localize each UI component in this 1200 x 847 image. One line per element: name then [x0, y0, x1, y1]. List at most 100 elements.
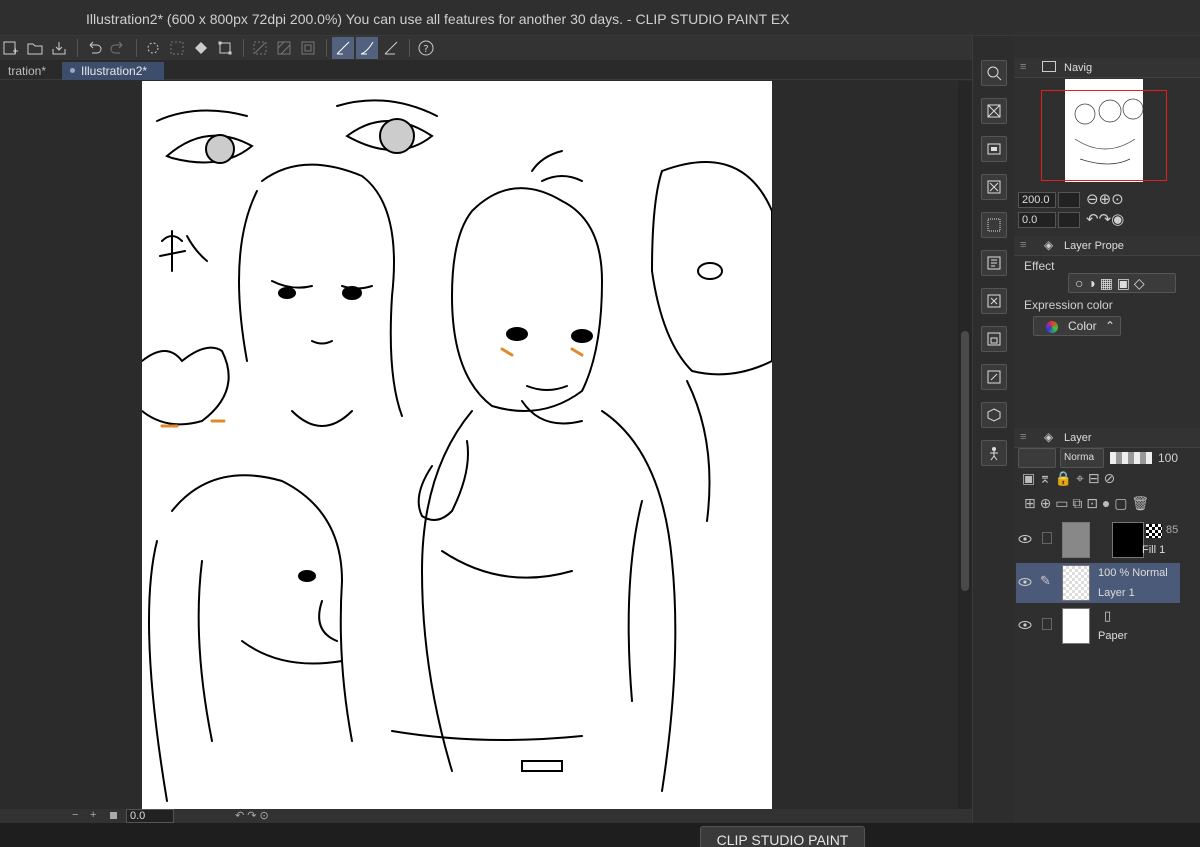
redo-icon[interactable] — [107, 37, 129, 59]
effect-buttons[interactable]: ○ ◑ ▦ ▣ ◇ — [1068, 273, 1176, 293]
navigator-tab-icon[interactable] — [1042, 61, 1056, 72]
canvas-vertical-scrollbar[interactable] — [958, 81, 972, 809]
snap-grid-icon[interactable] — [380, 37, 402, 59]
canvas-status-bar: − + 0.0 ↶ ↷ ⊙ — [0, 809, 972, 823]
layer-property-header: ≡ ◈ Layer Prope — [1014, 236, 1200, 256]
layer-status: 100 % Normal — [1098, 567, 1168, 579]
sub-view-icon[interactable] — [981, 288, 1007, 314]
layer-thumbnail — [1062, 565, 1090, 601]
rotate-buttons-icon[interactable]: ↶↷◉ — [1086, 210, 1124, 228]
effect-icons: ○ ◑ ▦ ▣ ◇ — [1075, 275, 1145, 291]
eye-icon[interactable] — [1018, 618, 1032, 632]
navigator-view-frame[interactable] — [1041, 90, 1167, 181]
expression-color-label: Expression color — [1024, 298, 1113, 312]
layer-extra: 85 — [1166, 524, 1179, 536]
expression-color-value: Color — [1068, 319, 1097, 333]
opacity-value[interactable]: 100 — [1158, 451, 1178, 465]
rotation-slider[interactable] — [1058, 212, 1080, 228]
eye-icon[interactable] — [1018, 532, 1032, 546]
blend-mode-select[interactable]: Norma — [1060, 448, 1104, 468]
panel-icon-strip — [972, 36, 1014, 823]
zoom-out-icon[interactable]: − — [72, 809, 78, 821]
layer-search-icon[interactable] — [981, 136, 1007, 162]
material-icon[interactable] — [981, 98, 1007, 124]
navigator-header: ≡ Navig — [1014, 58, 1200, 78]
search-icon[interactable] — [981, 60, 1007, 86]
zoom-buttons-icon[interactable]: ⊖⊕⊙ — [1086, 190, 1124, 208]
navigator-title[interactable]: Navig — [1064, 62, 1092, 74]
fit-icon[interactable] — [110, 812, 117, 819]
rotate-icon[interactable]: ↶ ↷ ⊙ — [235, 809, 269, 822]
chevron-down-icon: ⌃ — [1104, 319, 1115, 333]
checker-icon[interactable] — [273, 37, 295, 59]
close-panel-icon[interactable] — [981, 174, 1007, 200]
layer-actions-icons[interactable]: ⊞ ⊕ ▭ ⧉ ⊡ ● ▢ 🗑 — [1024, 495, 1149, 512]
layer-row-paper[interactable]: ▯ Paper — [1016, 606, 1180, 646]
layer-property-title[interactable]: Layer Prope — [1064, 240, 1124, 252]
layer-name: Layer 1 — [1098, 587, 1135, 599]
save-icon[interactable] — [48, 37, 70, 59]
layer-tools-icons[interactable]: ▣ ⌆ 🔒 ⌖ ⊟ ⊘ — [1022, 470, 1115, 487]
pen-icon: ✎ — [1040, 573, 1051, 588]
item-bank-icon[interactable] — [981, 326, 1007, 352]
layer-color-select[interactable] — [1018, 448, 1056, 468]
loading-icon[interactable] — [142, 37, 164, 59]
grip-icon[interactable]: ≡ — [1020, 431, 1026, 443]
undo-icon[interactable] — [83, 37, 105, 59]
clear-selection-icon[interactable] — [166, 37, 188, 59]
help-icon[interactable]: ? — [415, 37, 437, 59]
new-file-icon[interactable] — [0, 37, 22, 59]
drawing-canvas[interactable] — [142, 81, 772, 809]
3d-icon[interactable] — [981, 402, 1007, 428]
pose-icon[interactable] — [981, 440, 1007, 466]
snap-ruler-icon[interactable] — [332, 37, 354, 59]
hatch-icon[interactable] — [249, 37, 271, 59]
fill-icon[interactable] — [190, 37, 212, 59]
layer-lock-checkbox[interactable] — [1042, 618, 1052, 630]
snap-special-ruler-icon[interactable] — [356, 37, 378, 59]
color-wheel-icon — [1046, 321, 1058, 333]
taskbar — [0, 823, 1200, 847]
command-bar: ? — [0, 36, 972, 60]
scroll-thumb[interactable] — [961, 331, 969, 591]
zoom-in-icon[interactable]: + — [90, 809, 96, 821]
layer-lock-checkbox[interactable] — [1042, 532, 1052, 544]
history-icon[interactable] — [981, 250, 1007, 276]
tone-icon[interactable] — [981, 212, 1007, 238]
open-file-icon[interactable] — [24, 37, 46, 59]
sketch-artwork — [142, 99, 772, 802]
navigator-zoom-field[interactable]: 200.0 — [1018, 192, 1056, 208]
document-tabs: tration* Illustration2* — [0, 60, 972, 80]
tab-illustration2[interactable]: Illustration2* — [62, 62, 164, 80]
tone-icon — [1146, 524, 1162, 538]
taskbar-tooltip: CLIP STUDIO PAINT — [700, 826, 865, 847]
transform-icon[interactable] — [214, 37, 236, 59]
layer-name: Paper — [1098, 630, 1128, 642]
navigator-rotation-field[interactable]: 0.0 — [1018, 212, 1056, 228]
opacity-slider[interactable] — [1110, 452, 1152, 464]
expression-color-select[interactable]: Color ⌃ — [1033, 316, 1121, 336]
layer-panel-title[interactable]: Layer — [1064, 432, 1092, 444]
rotation-field[interactable]: 0.0 — [126, 809, 174, 823]
mask-thumbnail — [1112, 522, 1144, 558]
layer-name: Fill 1 — [1142, 544, 1166, 556]
layer-thumbnail — [1062, 522, 1090, 558]
window-title: Illustration2* (600 x 800px 72dpi 200.0%… — [86, 11, 790, 27]
layer-row-fill[interactable]: 85 Fill 1 — [1016, 520, 1180, 560]
svg-text:?: ? — [423, 44, 428, 55]
layers-icon: ◈ — [1044, 430, 1054, 444]
grip-icon[interactable]: ≡ — [1020, 61, 1026, 73]
layer-panel-header: ≡ ◈ Layer — [1014, 428, 1200, 448]
canvas-area[interactable] — [0, 81, 958, 809]
eye-icon[interactable] — [1018, 575, 1032, 589]
tab-illustration1[interactable]: tration* — [0, 62, 54, 80]
effect-label: Effect — [1024, 259, 1055, 273]
paper-icon: ▯ — [1104, 608, 1112, 623]
zoom-slider[interactable] — [1058, 192, 1080, 208]
frame-icon[interactable] — [297, 37, 319, 59]
edit-icon[interactable] — [981, 364, 1007, 390]
grip-icon[interactable]: ≡ — [1020, 239, 1026, 251]
layers-icon: ◈ — [1044, 238, 1054, 252]
layer-thumbnail — [1062, 608, 1090, 644]
layer-row-layer1[interactable]: ✎ 100 % Normal Layer 1 — [1016, 563, 1180, 603]
